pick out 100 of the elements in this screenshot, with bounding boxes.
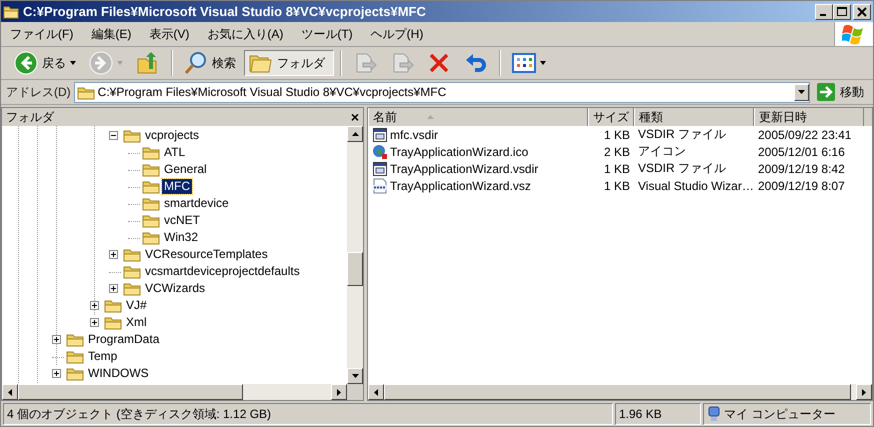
type-cell-text: VSDIR ファイル: [637, 126, 728, 143]
tree-item[interactable]: Win32: [162, 230, 200, 245]
close-button[interactable]: [853, 4, 871, 20]
size-cell-text: 2 KB: [602, 144, 631, 160]
tree-item[interactable]: vcsmartdeviceprojectdefaults: [143, 264, 302, 279]
document-icon: [372, 178, 388, 194]
window-title: C:¥Program Files¥Microsoft Visual Studio 8¥VC¥vcprojects¥MFC: [23, 4, 427, 19]
scroll-down-icon: [352, 374, 358, 378]
menu-item[interactable]: 表示(V): [140, 26, 198, 42]
expand-toggle[interactable]: [52, 335, 64, 344]
close-icon: [855, 6, 869, 18]
dropdown-arrow-icon: [798, 90, 805, 94]
menu-item[interactable]: お気に入り(A): [198, 26, 292, 42]
dropdown-arrow-icon: [70, 61, 76, 65]
views-icon: [512, 51, 536, 75]
toolbar-button[interactable]: 戻る: [9, 50, 81, 76]
scroll-right-icon: [862, 388, 866, 396]
expand-toggle[interactable]: [90, 301, 102, 310]
close-pane-button[interactable]: ×: [350, 109, 359, 125]
file-name-cell[interactable]: TrayApplicationWizard.vsz: [368, 177, 588, 194]
scrollbar-corner: [347, 384, 363, 400]
tree-item[interactable]: VJ#: [124, 298, 149, 313]
type-cell-text: VSDIR ファイル: [637, 160, 728, 177]
size-cell-text: 1 KB: [602, 126, 631, 143]
tree-item[interactable]: Xml: [124, 315, 149, 330]
folder-icon: [123, 264, 141, 279]
folder-icon: [3, 4, 19, 18]
column-header[interactable]: 名前: [368, 108, 588, 126]
folder-icon: [66, 349, 84, 364]
computer-icon: [707, 406, 721, 422]
undo-icon: [464, 51, 488, 75]
expand-toggle[interactable]: [109, 284, 121, 293]
dropdown-button[interactable]: [794, 84, 809, 100]
go-arrow-icon: [817, 83, 835, 101]
search-icon: [184, 51, 208, 75]
scroll-thumb[interactable]: [18, 384, 244, 400]
folder-icon: [142, 162, 160, 177]
column-header[interactable]: 更新日時: [754, 108, 864, 126]
file-icon: [372, 160, 388, 176]
toolbar-button[interactable]: 検索: [179, 50, 241, 76]
type-cell-text: アイコン: [637, 143, 687, 160]
go-button[interactable]: 移動: [813, 83, 870, 101]
folder-icon: [142, 145, 160, 160]
expand-toggle[interactable]: [109, 250, 121, 259]
scroll-right-icon: [337, 388, 341, 396]
collapse-toggle[interactable]: [109, 131, 121, 140]
tree-item[interactable]: MFC: [162, 179, 192, 194]
menu-item[interactable]: ファイル(F): [1, 26, 82, 42]
type-cell-text: Visual Studio Wizar…: [637, 178, 754, 194]
minimize-button[interactable]: [815, 4, 833, 20]
menu-item[interactable]: ヘルプ(H): [362, 26, 432, 42]
globe-file-icon: [372, 144, 388, 160]
tree-item[interactable]: Temp: [86, 349, 120, 364]
status-text: 4 個のオブジェクト (空きディスク領域: 1.12 GB): [3, 403, 613, 425]
file-name-cell[interactable]: TrayApplicationWizard.ico: [368, 143, 588, 160]
vertical-scrollbar[interactable]: [347, 126, 363, 384]
pane-title: フォルダ: [6, 108, 54, 126]
tree-item[interactable]: ATL: [162, 145, 188, 160]
scroll-thumb[interactable]: [347, 252, 363, 286]
maximize-button[interactable]: [833, 4, 851, 20]
date-cell-text: 2009/12/19 8:42: [757, 160, 846, 177]
minimize-icon: [820, 14, 826, 16]
expand-toggle[interactable]: [52, 369, 64, 378]
delete-icon: [427, 51, 451, 75]
column-header[interactable]: 種類: [634, 108, 754, 126]
tree-item[interactable]: VCWizards: [143, 281, 208, 296]
expand-toggle[interactable]: [90, 318, 102, 327]
toolbar-button[interactable]: フォルダ: [244, 50, 334, 76]
column-header[interactable]: サイズ: [588, 108, 634, 126]
file-name-cell[interactable]: TrayApplicationWizard.vsdir: [368, 160, 588, 177]
horizontal-scrollbar[interactable]: [2, 384, 363, 400]
tree-item[interactable]: vcprojects: [143, 128, 202, 143]
tree-item[interactable]: ProgramData: [86, 332, 162, 347]
dropdown-arrow-icon: [117, 61, 123, 65]
folder-icon: [66, 332, 84, 347]
status-text: マイ コンピューター: [724, 406, 836, 422]
menu-item[interactable]: 編集(E): [82, 26, 140, 42]
tree-item[interactable]: VCResourceTemplates: [143, 247, 270, 262]
menu-item[interactable]: ツール(T): [292, 26, 362, 42]
scroll-left-icon: [8, 388, 12, 396]
folder-icon: [142, 213, 160, 228]
file-icon: [372, 126, 388, 142]
scroll-left-icon: [374, 388, 378, 396]
folder-icon: [142, 230, 160, 245]
tree-item[interactable]: vcNET: [162, 213, 202, 228]
size-cell-text: 1 KB: [602, 160, 631, 177]
file-name-cell[interactable]: mfc.vsdir: [368, 126, 588, 143]
tree-item[interactable]: WINDOWS: [86, 366, 151, 381]
folder-icon: [142, 196, 160, 211]
address-field[interactable]: C:¥Program Files¥Microsoft Visual Studio 8¥VC¥vcprojects¥MFC: [74, 82, 810, 102]
tree-item[interactable]: smartdevice: [162, 196, 231, 211]
maximize-icon: [835, 6, 849, 18]
tree-item[interactable]: General: [162, 162, 209, 177]
scroll-up-icon: [352, 132, 358, 136]
date-cell-text: 2009/12/19 8:07: [757, 178, 846, 194]
date-cell-text: 2005/09/22 23:41: [757, 126, 852, 143]
folder-icon: [76, 84, 95, 100]
date-cell-text: 2005/12/01 6:16: [757, 144, 846, 160]
folder-icon: [104, 315, 122, 330]
folder-icon: [123, 247, 141, 262]
